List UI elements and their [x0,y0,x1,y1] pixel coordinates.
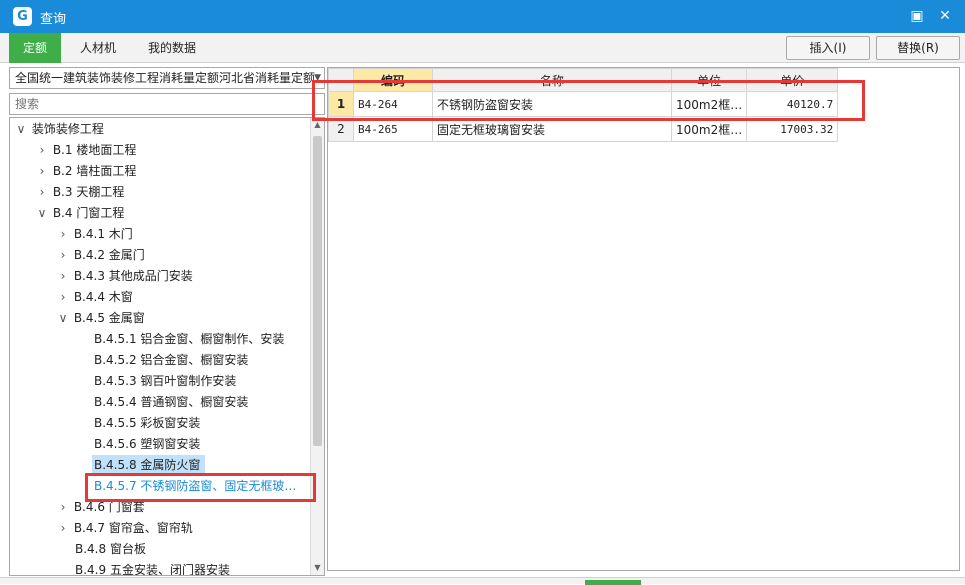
scroll-down-icon[interactable]: ▼ [311,561,324,575]
tree-leaf-selected[interactable]: B.4.5.8 金属防火窗 [92,455,206,476]
tree-node-label: B.4.2 金属门 [73,248,145,262]
tab-labor-material-machine[interactable]: 人材机 [66,33,130,63]
quota-library-select[interactable]: 全国统一建筑装饰装修工程消耗量定额河北省消耗量定额 ▼ [9,67,325,89]
tree-leaf[interactable]: B.4.5.3 钢百叶窗制作安装 [94,371,236,392]
tree-leaf[interactable]: B.4.5.5 彩板窗安装 [94,413,200,434]
tree-node-label: B.2 墙柱面工程 [52,164,137,178]
insert-button[interactable]: 插入(I) [786,36,870,60]
column-header-price[interactable]: 单价 [746,68,839,92]
tree-scrollbar[interactable]: ▲ ▼ [310,118,324,575]
tree-node-label: B.4.5.1 铝合金窗、橱窗制作、安装 [94,332,285,346]
tree-leaf[interactable]: B.4.5.2 铝合金窗、橱窗安装 [94,350,248,371]
tree-leaf[interactable]: B.4.5.6 塑钢窗安装 [94,434,200,455]
cell-code[interactable]: B4-265 [353,116,433,142]
tree-node[interactable]: ∨ 装饰装修工程 [14,119,104,140]
tree-node[interactable]: › B.4.3 其他成品门安装 [56,266,193,287]
cell-price[interactable]: 40120.7 [746,91,839,117]
status-bar [0,577,965,585]
tree-node-label: B.4.5.3 钢百叶窗制作安装 [94,374,237,388]
tree-node-label: B.4.9 五金安装、闭门器安装 [75,563,230,576]
tree-toggle-icon[interactable]: ∨ [35,203,49,224]
tree-node-label: B.4.5.7 不锈钢防盗窗、固定无框玻… [94,479,297,493]
quota-grid-panel: 编码 名称 单位 单价 1 B4-264 不锈钢防盗窗安装 100m2框… 40… [327,67,960,571]
cell-name[interactable]: 固定无框玻璃窗安装 [432,116,672,142]
column-header-unit[interactable]: 单位 [670,68,748,92]
tree-toggle-icon[interactable]: ∨ [14,119,28,140]
row-number: 2 [328,116,354,142]
tree-toggle-icon[interactable]: › [56,245,70,266]
tree-node-label: B.4.7 窗帘盒、窗帘轨 [73,521,193,535]
tree-node[interactable]: › B.4.7 窗帘盒、窗帘轨 [56,518,193,539]
tree-toggle-icon[interactable]: › [35,182,49,203]
tree-node-label: B.4.5.4 普通钢窗、橱窗安装 [94,395,249,409]
tree-node-label: B.4.5.2 铝合金窗、橱窗安装 [94,353,249,367]
tree-toggle-icon[interactable]: › [56,224,70,245]
cell-unit[interactable]: 100m2框… [670,116,748,142]
tree-node[interactable]: › B.4.2 金属门 [56,245,145,266]
tab-my-data[interactable]: 我的数据 [136,33,208,63]
cell-unit[interactable]: 100m2框… [670,91,748,117]
tree-toggle-icon[interactable]: › [56,497,70,518]
tree-toggle-icon[interactable]: ∨ [56,308,70,329]
tree-node-label: B.4.4 木窗 [73,290,133,304]
tab-quota[interactable]: 定额 [9,33,61,63]
tree-node[interactable]: › B.3 天棚工程 [35,182,125,203]
search-input[interactable] [9,93,325,115]
tree-node-label: B.4.5.5 彩板窗安装 [94,416,201,430]
table-row[interactable]: 1 B4-264 不锈钢防盗窗安装 100m2框… 40120.7 [328,91,839,117]
scrollbar-thumb[interactable] [313,136,322,446]
tree-leaf-highlighted[interactable]: B.4.5.7 不锈钢防盗窗、固定无框玻… [94,476,296,497]
tree-node-label: B.4.5 金属窗 [73,311,145,325]
row-number-header [328,68,354,92]
tree-node[interactable]: › B.2 墙柱面工程 [35,161,137,182]
tree-toggle-icon[interactable]: › [56,518,70,539]
tree-node-label: B.4.5.6 塑钢窗安装 [94,437,201,451]
tab-bar: 定额 人材机 我的数据 插入(I) 替换(R) [0,33,965,63]
scroll-up-icon[interactable]: ▲ [311,118,324,132]
tree-node[interactable]: B.4.8 窗台板 [75,539,146,560]
title-bar: G 查询 ▣ ✕ [0,0,965,33]
app-logo-icon: G [13,7,32,26]
tree-node[interactable]: › B.4.4 木窗 [56,287,133,308]
tree-leaf[interactable]: B.4.5.1 铝合金窗、橱窗制作、安装 [94,329,284,350]
tree-node-label: B.4.1 木门 [73,227,133,241]
tree-node[interactable]: › B.4.1 木门 [56,224,133,245]
cell-code[interactable]: B4-264 [353,91,433,117]
tree-node[interactable]: B.4.9 五金安装、闭门器安装 [75,560,230,576]
column-header-name[interactable]: 名称 [432,68,672,92]
replace-button[interactable]: 替换(R) [876,36,960,60]
tree-toggle-icon[interactable]: › [56,287,70,308]
tree-node[interactable]: › B.4.6 门窗套 [56,497,145,518]
table-header-row: 编码 名称 单位 单价 [328,68,839,92]
panel-resize-handle[interactable] [585,580,641,585]
tree-node[interactable]: ∨ B.4 门窗工程 [35,203,125,224]
tree-toggle-icon[interactable]: › [56,266,70,287]
row-number: 1 [328,91,354,117]
window-title: 查询 [40,12,67,27]
tree-node-label: B.4.6 门窗套 [73,500,145,514]
table-row[interactable]: 2 B4-265 固定无框玻璃窗安装 100m2框… 17003.32 [328,116,839,142]
tree-node[interactable]: ∨ B.4.5 金属窗 [56,308,145,329]
tree-node-label: B.4.3 其他成品门安装 [73,269,193,283]
tree-node-label: B.3 天棚工程 [52,185,125,199]
tree-node-label: B.4 门窗工程 [52,206,125,220]
tree-node-label: 装饰装修工程 [31,122,104,136]
tree-node[interactable]: › B.1 楼地面工程 [35,140,137,161]
cell-price[interactable]: 17003.32 [746,116,839,142]
column-header-code[interactable]: 编码 [353,68,433,92]
chapter-tree: ∨ 装饰装修工程 › B.1 楼地面工程 › B.2 墙柱面工程 › B.3 天… [9,117,325,576]
quota-table: 编码 名称 单位 单价 1 B4-264 不锈钢防盗窗安装 100m2框… 40… [328,68,839,142]
tree-node-label: B.1 楼地面工程 [52,143,137,157]
tree-toggle-icon[interactable]: › [35,140,49,161]
tree-leaf[interactable]: B.4.5.4 普通钢窗、橱窗安装 [94,392,248,413]
restore-window-icon[interactable]: ▣ [906,4,928,28]
close-window-icon[interactable]: ✕ [934,4,956,28]
tree-node-label: B.4.8 窗台板 [75,542,146,556]
cell-name[interactable]: 不锈钢防盗窗安装 [432,91,672,117]
left-panel: 全国统一建筑装饰装修工程消耗量定额河北省消耗量定额 ▼ ∨ 装饰装修工程 › B… [9,67,325,576]
quota-library-value: 全国统一建筑装饰装修工程消耗量定额河北省消耗量定额 [15,71,316,85]
tree-toggle-icon[interactable]: › [35,161,49,182]
chevron-down-icon[interactable]: ▼ [314,68,321,88]
tree-node-label: B.4.5.8 金属防火窗 [94,458,201,472]
